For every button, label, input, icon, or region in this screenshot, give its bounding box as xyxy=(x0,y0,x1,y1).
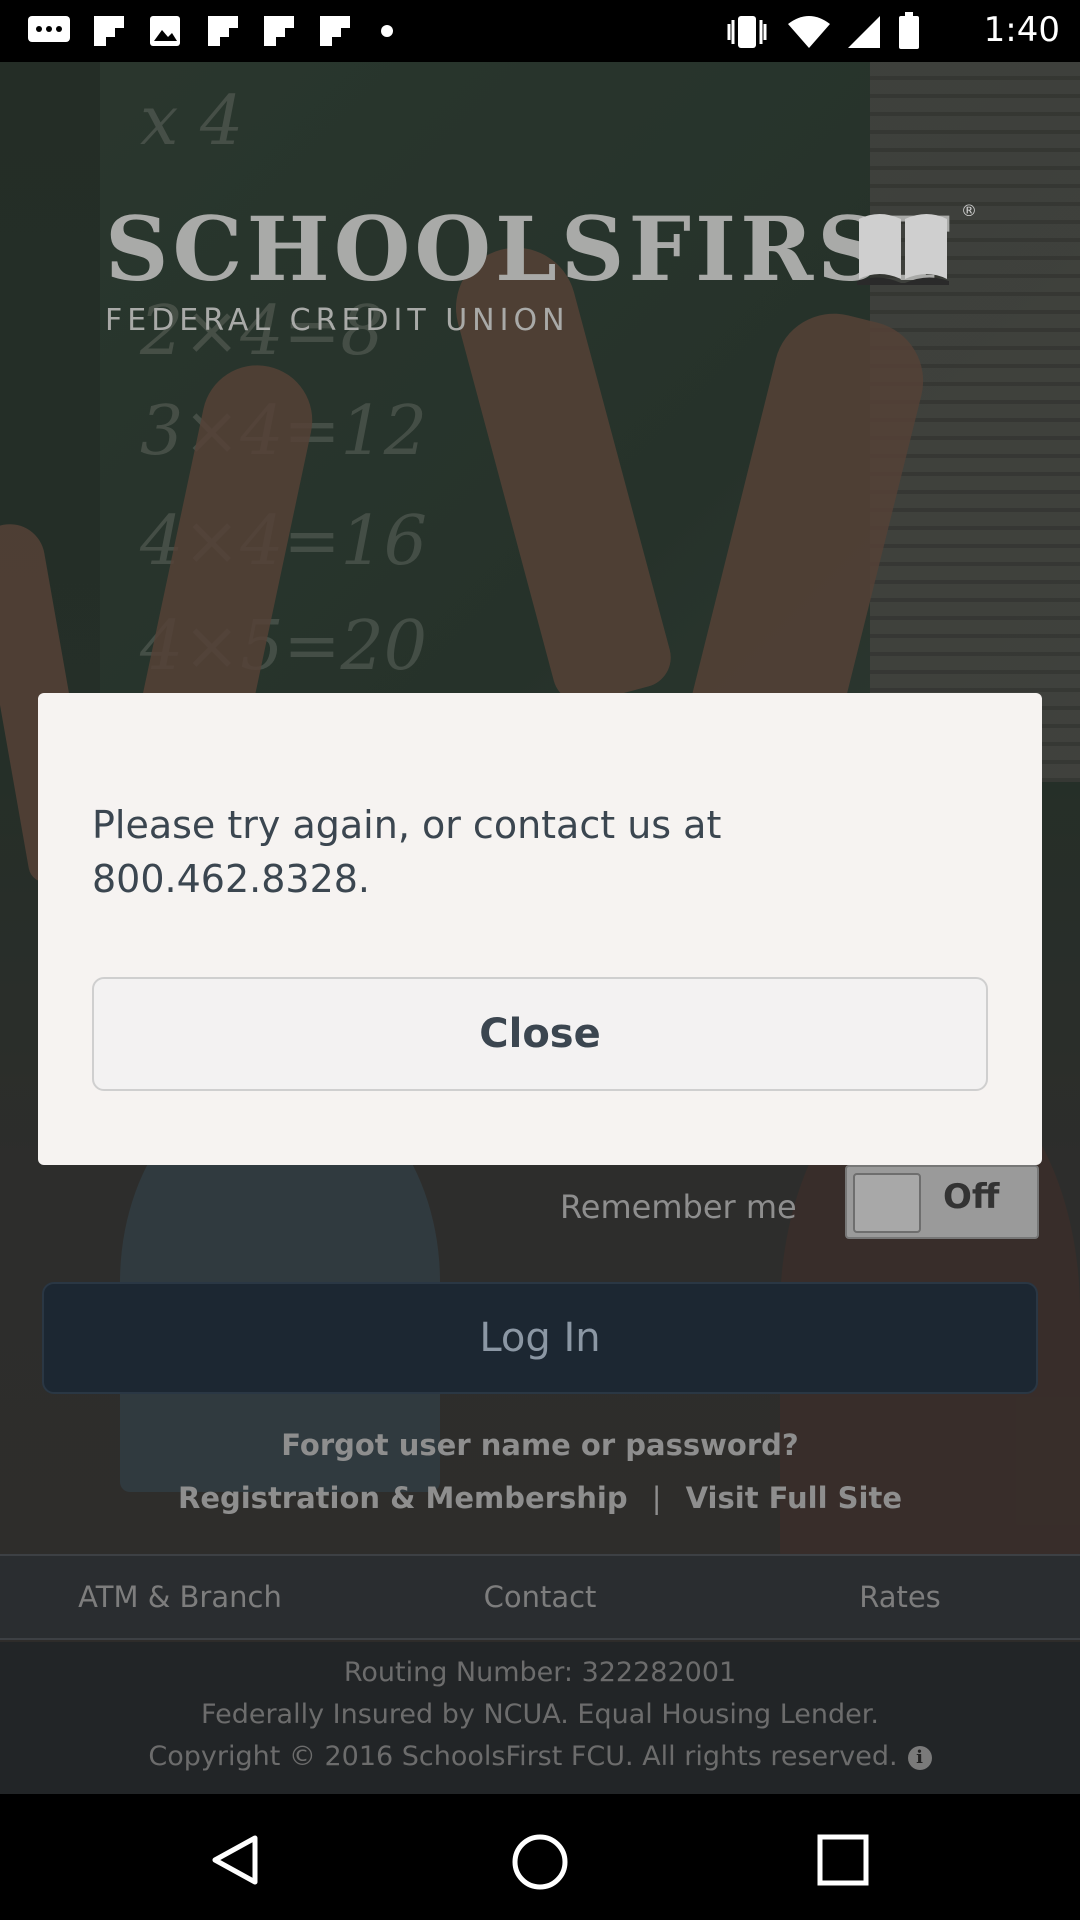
forgot-credentials-link[interactable]: Forgot user name or password? xyxy=(0,1428,1080,1462)
vibrate-icon xyxy=(727,16,767,48)
status-bar: 1:40 xyxy=(0,0,1080,62)
bottom-nav: ATM & Branch Contact Rates xyxy=(0,1554,1080,1640)
home-icon[interactable] xyxy=(510,1832,570,1892)
recents-icon[interactable] xyxy=(815,1832,871,1888)
photo-icon xyxy=(150,16,180,46)
nav-item-atm-branch[interactable]: ATM & Branch xyxy=(0,1580,360,1614)
insured-notice: Federally Insured by NCUA. Equal Housing… xyxy=(201,1699,879,1730)
battery-icon xyxy=(899,12,919,49)
close-button[interactable]: Close xyxy=(92,977,988,1091)
wifi-icon xyxy=(788,16,830,48)
message-icon xyxy=(28,16,70,42)
toggle-knob xyxy=(853,1173,921,1233)
flipboard-icon xyxy=(320,16,350,46)
registration-link[interactable]: Registration & Membership xyxy=(178,1481,628,1515)
secondary-links: Registration & Membership | Visit Full S… xyxy=(0,1481,1080,1515)
book-icon xyxy=(857,214,949,285)
dot-icon xyxy=(381,25,393,37)
system-nav-bar xyxy=(0,1794,1080,1920)
link-separator: | xyxy=(651,1481,662,1515)
visit-full-site-link[interactable]: Visit Full Site xyxy=(686,1481,902,1515)
nav-item-contact[interactable]: Contact xyxy=(360,1580,720,1614)
schoolsfirst-logo: SCHOOLSFIRST FEDERAL CREDIT UNION ® xyxy=(105,197,977,338)
footer: Routing Number: 322282001 Federally Insu… xyxy=(0,1642,1080,1794)
routing-number: Routing Number: 322282001 xyxy=(343,1657,737,1688)
log-in-button[interactable]: Log In xyxy=(42,1282,1038,1394)
toggle-state: Off xyxy=(943,1177,1000,1217)
error-dialog: Please try again, or contact us at 800.4… xyxy=(38,693,1042,1165)
nav-item-rates[interactable]: Rates xyxy=(720,1580,1080,1614)
info-icon[interactable]: i xyxy=(907,1745,932,1770)
flipboard-icon xyxy=(208,16,238,46)
logo-title: SCHOOLSFIRST xyxy=(105,197,955,301)
remember-me-toggle[interactable]: Off xyxy=(845,1165,1039,1239)
registered-mark: ® xyxy=(961,201,977,220)
copyright-line: Copyright © 2016 SchoolsFirst FCU. All r… xyxy=(0,1736,1080,1778)
flipboard-icon xyxy=(94,16,124,46)
copyright-text: Copyright © 2016 SchoolsFirst FCU. All r… xyxy=(148,1741,898,1772)
signal-icon xyxy=(848,16,880,48)
back-icon[interactable] xyxy=(205,1832,265,1888)
flipboard-icon xyxy=(264,16,294,46)
dialog-message: Please try again, or contact us at 800.4… xyxy=(92,803,722,901)
clock-time: 1:40 xyxy=(983,10,1060,50)
logo-subtitle: FEDERAL CREDIT UNION xyxy=(105,303,570,338)
remember-me-label: Remember me xyxy=(560,1188,797,1226)
